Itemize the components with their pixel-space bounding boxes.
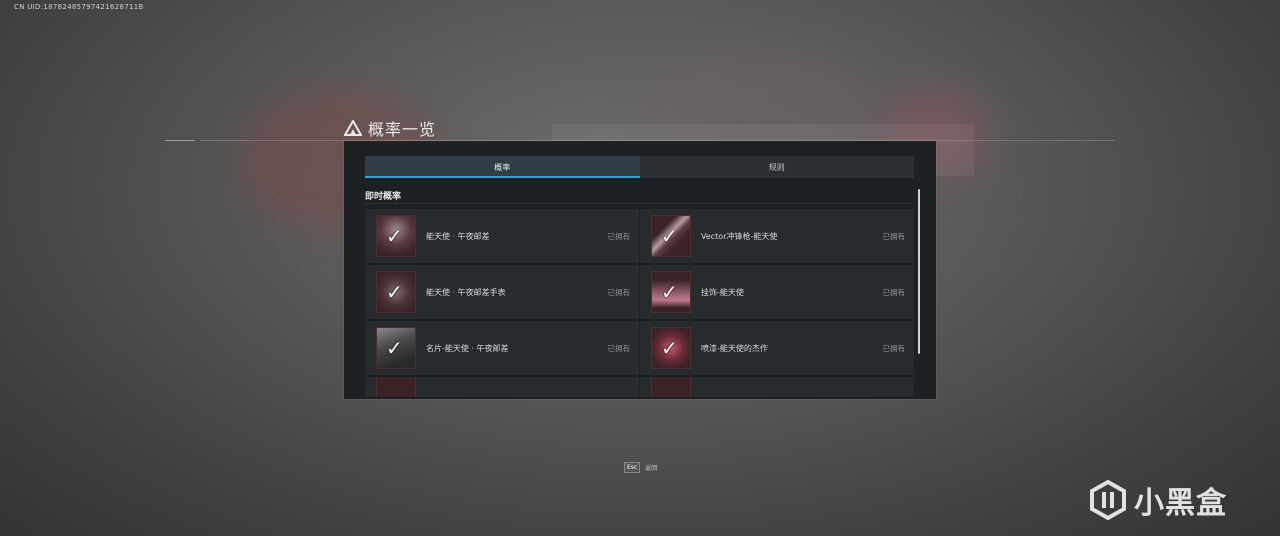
item-name: 能天使 · 午夜邮差手表 xyxy=(426,287,506,297)
probability-dialog: 概率 规则 即时概率 ✓ 能天使 · 午夜邮差 已拥有 ✓ Vector冲锋枪-… xyxy=(344,141,936,399)
list-item[interactable] xyxy=(365,377,639,397)
tab-probability[interactable]: 概率 xyxy=(365,156,640,178)
spray-icon: ✓ xyxy=(651,327,691,369)
watermark-text: 小黑盒 xyxy=(1134,486,1227,521)
owned-badge: 已拥有 xyxy=(607,287,631,297)
list-item[interactable] xyxy=(640,377,914,397)
item-name: 能天使 · 午夜邮差 xyxy=(426,231,490,241)
owned-badge: 已拥有 xyxy=(607,343,631,353)
character-skin-icon: ✓ xyxy=(376,215,416,257)
owned-badge: 已拥有 xyxy=(882,343,906,353)
weapon-icon: ✓ xyxy=(651,215,691,257)
item-name: 挂饰-能天使 xyxy=(701,287,744,297)
divider-accent xyxy=(165,140,195,141)
list-item[interactable]: ✓ 能天使 · 午夜邮差 已拥有 xyxy=(365,209,639,263)
tab-bar: 概率 规则 xyxy=(365,156,914,178)
item-name: 名片-能天使 · 午夜邮差 xyxy=(426,343,509,353)
back-label: 返回 xyxy=(645,465,658,472)
check-icon: ✓ xyxy=(386,280,403,304)
page-header: 概率一览 xyxy=(344,116,436,140)
check-icon: ✓ xyxy=(386,224,403,248)
name-card-icon: ✓ xyxy=(376,327,416,369)
list-item[interactable]: ✓ Vector冲锋枪-能天使 已拥有 xyxy=(640,209,914,263)
item-list: ✓ 能天使 · 午夜邮差 已拥有 ✓ Vector冲锋枪-能天使 已拥有 ✓ 能… xyxy=(365,209,914,397)
heybox-logo-icon xyxy=(1090,480,1126,520)
charm-icon: ✓ xyxy=(651,271,691,313)
item-thumbnail xyxy=(376,377,416,397)
scrollbar[interactable] xyxy=(918,189,920,354)
page-title: 概率一览 xyxy=(368,120,437,139)
watch-icon: ✓ xyxy=(376,271,416,313)
owned-badge: 已拥有 xyxy=(607,231,631,241)
decor-dots: · · · · · · · · · · · · xyxy=(278,197,338,270)
list-item[interactable]: ✓ 挂饰-能天使 已拥有 xyxy=(640,265,914,319)
decor-dots: · · · · · · · · · · · · · · · · xyxy=(948,197,1032,270)
check-icon: ✓ xyxy=(386,336,403,360)
tab-rules[interactable]: 规则 xyxy=(640,156,915,178)
list-item[interactable]: ✓ 名片-能天使 · 午夜邮差 已拥有 xyxy=(365,321,639,375)
owned-badge: 已拥有 xyxy=(882,287,906,297)
list-item[interactable]: ✓ 能天使 · 午夜邮差手表 已拥有 xyxy=(365,265,639,319)
item-name: 喷漆-能天使的杰作 xyxy=(701,343,768,353)
check-icon: ✓ xyxy=(661,336,678,360)
item-name: Vector冲锋枪-能天使 xyxy=(701,231,778,241)
watermark: 小黑盒 xyxy=(1088,478,1227,522)
check-icon: ✓ xyxy=(661,280,678,304)
esc-key-icon: Esc xyxy=(624,462,641,473)
section-divider xyxy=(365,203,914,204)
owned-badge: 已拥有 xyxy=(882,231,906,241)
list-item[interactable]: ✓ 喷漆-能天使的杰作 已拥有 xyxy=(640,321,914,375)
uid-label: CN UID:18782485797421628711B xyxy=(14,3,144,11)
check-icon: ✓ xyxy=(661,224,678,248)
back-button[interactable]: Esc 返回 xyxy=(624,462,657,473)
logo-icon xyxy=(344,120,362,136)
section-title: 即时概率 xyxy=(365,192,402,202)
item-thumbnail xyxy=(651,377,691,397)
